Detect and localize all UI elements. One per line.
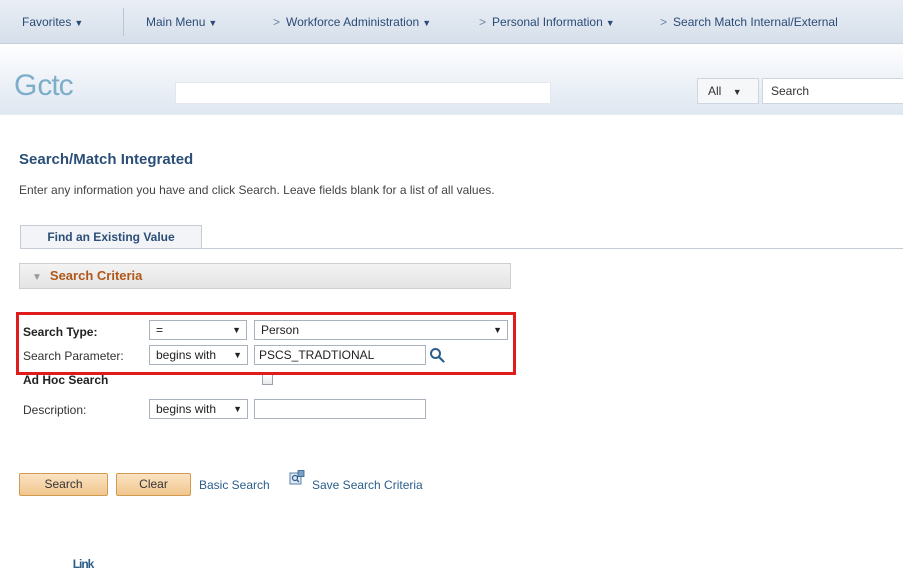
- chevron-down-icon: ▼: [605, 18, 615, 28]
- breadcrumb-arrow-icon: >: [660, 15, 668, 29]
- description-input[interactable]: [254, 399, 426, 419]
- chevron-down-icon: ▼: [208, 18, 218, 28]
- description-label: Description:: [23, 403, 87, 417]
- breadcrumb-workforce-administration[interactable]: > Workforce Administration ▼: [273, 0, 431, 44]
- save-search-criteria-link[interactable]: Save Search Criteria: [312, 478, 423, 492]
- header-band: Gctc Link All ▼ Search: [0, 44, 903, 572]
- basic-search-link[interactable]: Basic Search: [199, 478, 270, 492]
- nav-divider: [123, 8, 124, 36]
- global-search-input[interactable]: Search: [762, 78, 903, 104]
- logo-link: Link: [72, 557, 95, 571]
- chevron-down-icon: ▼: [74, 18, 84, 28]
- breadcrumb-label: Search Match Internal/External: [673, 15, 838, 29]
- page-instructions: Enter any information you have and click…: [19, 183, 495, 197]
- logo-ctc: ctc: [37, 69, 73, 102]
- search-scope-label: All: [708, 84, 722, 98]
- search-criteria-section[interactable]: ▼ Search Criteria: [19, 263, 511, 289]
- main-menu-label: Main Menu: [146, 15, 206, 29]
- chevron-down-icon: ▼: [732, 87, 742, 97]
- main-menu[interactable]: Main Menu ▼: [146, 0, 217, 44]
- top-nav-bar: Favorites ▼ Main Menu ▼ > Workforce Adminis…: [0, 0, 903, 44]
- description-operator-select[interactable]: begins with ▼: [149, 399, 248, 419]
- clear-button[interactable]: Clear: [116, 473, 191, 496]
- favorites-label: Favorites: [22, 15, 72, 29]
- tab-find-existing-value[interactable]: Find an Existing Value: [20, 225, 202, 249]
- logo-mark: G: [14, 69, 37, 102]
- chevron-down-icon: ▼: [422, 18, 432, 28]
- header-blank-field: [175, 82, 551, 104]
- chevron-down-icon: ▼: [233, 404, 242, 414]
- breadcrumb-label: Personal Information: [492, 15, 603, 29]
- select-value: begins with: [156, 402, 217, 416]
- favorites-menu[interactable]: Favorites ▼: [22, 0, 83, 44]
- breadcrumb-search-match[interactable]: > Search Match Internal/External: [660, 0, 838, 44]
- ad-hoc-search-label: Ad Hoc Search: [23, 373, 109, 387]
- breadcrumb-label: Workforce Administration: [286, 15, 420, 29]
- ad-hoc-search-checkbox[interactable]: [262, 374, 273, 385]
- search-button[interactable]: Search: [19, 473, 108, 496]
- section-label: Search Criteria: [49, 268, 143, 283]
- breadcrumb-arrow-icon: >: [273, 15, 281, 29]
- ctclink-logo: Gctc Link: [14, 69, 94, 572]
- save-search-icon[interactable]: [289, 470, 305, 485]
- breadcrumb-personal-information[interactable]: > Personal Information ▼: [479, 0, 615, 44]
- collapse-triangle-icon: ▼: [32, 272, 42, 283]
- breadcrumb-arrow-icon: >: [479, 15, 487, 29]
- search-scope-dropdown[interactable]: All ▼: [697, 78, 759, 104]
- highlight-annotation-box: [16, 312, 516, 375]
- tab-divider: [20, 248, 903, 249]
- page-title: Search/Match Integrated: [19, 151, 194, 168]
